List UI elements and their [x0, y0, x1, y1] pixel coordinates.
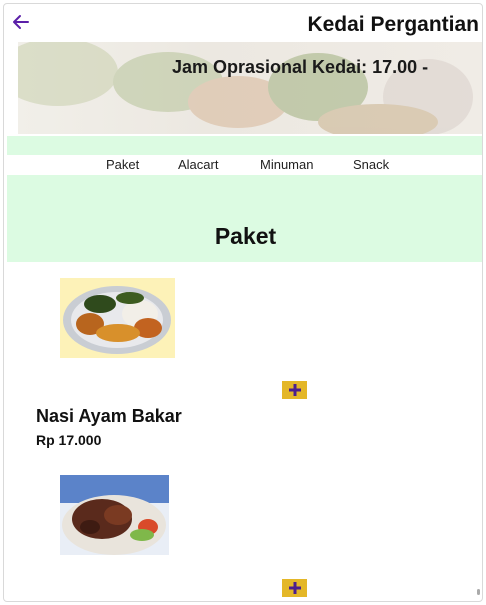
- banner-strip: [7, 136, 482, 155]
- tab-paket[interactable]: Paket: [106, 157, 139, 172]
- category-tabs: Paket Alacart Minuman Snack: [7, 155, 482, 175]
- page-title: Kedai Pergantian: [307, 13, 479, 36]
- tab-snack[interactable]: Snack: [353, 157, 389, 172]
- tab-minuman[interactable]: Minuman: [260, 157, 313, 172]
- tab-alacart[interactable]: Alacart: [178, 157, 218, 172]
- food-image-meat-plate: [60, 475, 169, 555]
- banner-food-image: [18, 42, 473, 134]
- back-arrow-icon[interactable]: [11, 12, 31, 32]
- plus-icon: [288, 582, 301, 594]
- item-price: Rp 17.000: [36, 432, 102, 448]
- plus-icon: [288, 384, 301, 396]
- app-frame: Kedai Pergantian Jam Oprasional Kedai: 1…: [3, 3, 483, 602]
- section-title: Paket: [214, 223, 277, 249]
- section-header: Paket: [7, 175, 482, 262]
- scrollbar-indicator[interactable]: [477, 589, 480, 595]
- hero-banner: Jam Oprasional Kedai: 17.00 -: [18, 42, 482, 134]
- opening-hours-text: Jam Oprasional Kedai: 17.00 -: [172, 57, 429, 77]
- add-to-cart-button[interactable]: [282, 579, 307, 597]
- add-to-cart-button[interactable]: [282, 381, 307, 399]
- food-image-nasi-ayam-bakar: [60, 278, 175, 358]
- item-name: Nasi Ayam Bakar: [36, 406, 182, 426]
